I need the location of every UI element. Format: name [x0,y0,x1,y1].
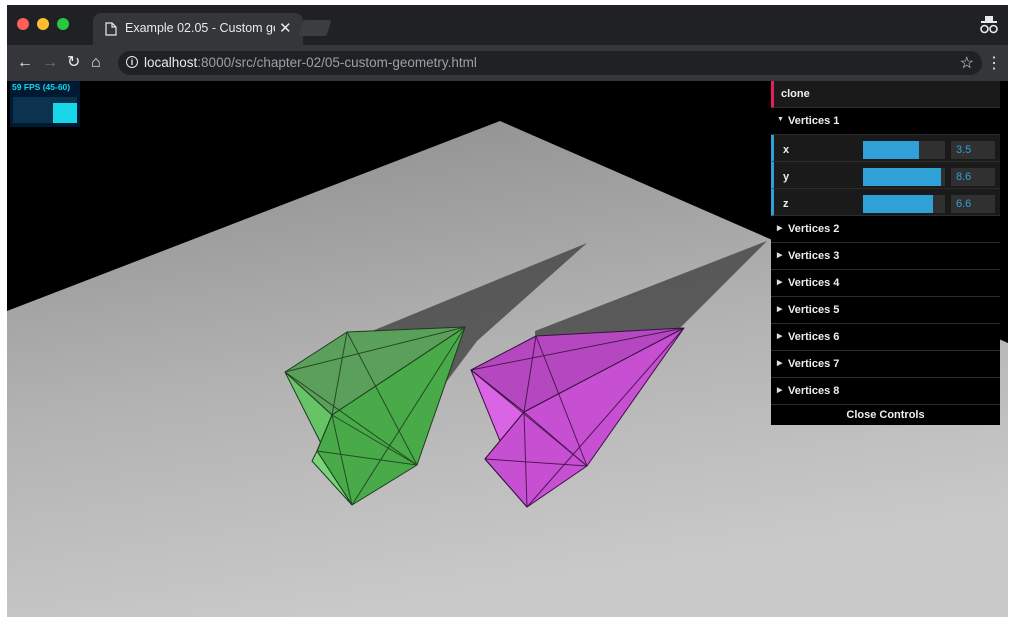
slider-fill [863,141,919,159]
tab-strip: Example 02.05 - Custom geom ✕ [7,5,1008,45]
controller-label: x [783,144,790,156]
bookmark-star-icon[interactable]: ☆ [960,53,974,73]
folder-vertices-3[interactable]: ▶ Vertices 3 [771,243,1000,270]
back-icon[interactable]: ← [17,54,33,72]
fps-stats[interactable]: 59 FPS (45-60) [10,81,80,127]
triangle-right-icon: ▶ [777,306,783,313]
folder-label: Vertices 5 [788,304,840,316]
home-icon[interactable]: ⌂ [91,54,101,72]
tab-close-icon[interactable]: ✕ [279,19,292,37]
folder-label: Vertices 4 [788,277,840,289]
slider-y[interactable] [863,168,945,186]
maximize-window-button[interactable] [57,18,69,30]
folder-vertices-1[interactable]: ▼ Vertices 1 [771,108,1000,135]
url-text: localhost:8000/src/chapter-02/05-custom-… [144,55,477,70]
folder-vertices-4[interactable]: ▶ Vertices 4 [771,270,1000,297]
folder-vertices-2[interactable]: ▶ Vertices 2 [771,216,1000,243]
fps-graph-bar [53,103,77,123]
tab-active[interactable]: Example 02.05 - Custom geom ✕ [93,13,303,45]
new-tab-button[interactable] [298,20,332,36]
controller-z: z 6.6 [771,189,1000,216]
triangle-down-icon: ▼ [777,116,784,123]
controller-label: z [783,198,789,210]
folder-label: Vertices 3 [788,250,840,262]
close-window-button[interactable] [17,18,29,30]
folder-vertices-5[interactable]: ▶ Vertices 5 [771,297,1000,324]
triangle-right-icon: ▶ [777,387,783,394]
folder-label: Vertices 7 [788,358,840,370]
browser-window: Example 02.05 - Custom geom ✕ ← → ↻ ⌂ i … [7,5,1008,617]
triangle-right-icon: ▶ [777,279,783,286]
controller-y: y 8.6 [771,162,1000,189]
fps-graph [13,97,77,123]
slider-z[interactable] [863,195,945,213]
webgl-viewport[interactable]: 59 FPS (45-60) clone ▼ Vertices 1 x 3.5 … [7,81,1008,617]
close-controls-button[interactable]: Close Controls [771,405,1000,425]
controller-x: x 3.5 [771,135,1000,162]
tab-title: Example 02.05 - Custom geom [125,21,275,35]
forward-icon[interactable]: → [42,54,58,72]
document-icon [105,22,117,36]
folder-vertices-7[interactable]: ▶ Vertices 7 [771,351,1000,378]
incognito-icon [980,16,998,34]
toolbar: ← → ↻ ⌂ i localhost:8000/src/chapter-02/… [7,45,1008,81]
reload-icon[interactable]: ↻ [67,54,80,72]
triangle-right-icon: ▶ [777,252,783,259]
minimize-window-button[interactable] [37,18,49,30]
menu-icon[interactable]: ⋮ [986,53,1002,73]
triangle-right-icon: ▶ [777,360,783,367]
folder-label: Vertices 8 [788,385,840,397]
clone-label: clone [781,88,810,100]
address-bar[interactable]: i localhost:8000/src/chapter-02/05-custo… [118,51,982,75]
number-input-z[interactable]: 6.6 [951,195,995,213]
folder-label: Vertices 1 [788,115,840,127]
number-input-y[interactable]: 8.6 [951,168,995,186]
dat-gui-panel: clone ▼ Vertices 1 x 3.5 y 8.6 z 6.6 ▶ V… [771,81,1000,425]
clone-button[interactable]: clone [771,81,1000,108]
folder-vertices-8[interactable]: ▶ Vertices 8 [771,378,1000,405]
triangle-right-icon: ▶ [777,225,783,232]
folder-label: Vertices 2 [788,223,840,235]
info-icon[interactable]: i [126,56,138,68]
number-input-x[interactable]: 3.5 [951,141,995,159]
folder-label: Vertices 6 [788,331,840,343]
fps-text: 59 FPS (45-60) [12,82,71,92]
folder-vertices-6[interactable]: ▶ Vertices 6 [771,324,1000,351]
slider-x[interactable] [863,141,945,159]
slider-fill [863,195,933,213]
slider-fill [863,168,941,186]
controller-label: y [783,171,790,183]
triangle-right-icon: ▶ [777,333,783,340]
